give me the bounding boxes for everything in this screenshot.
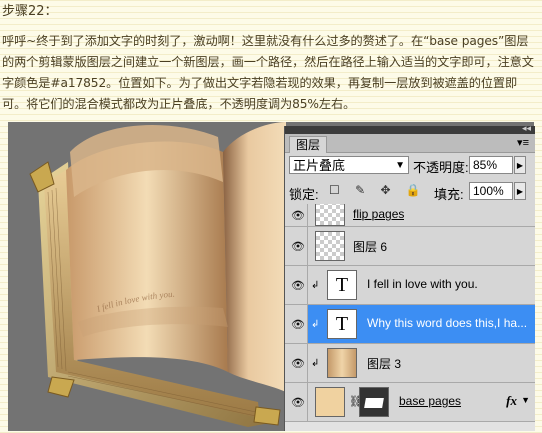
eye-icon[interactable]: 👁 [291,240,305,253]
fill-slider-button[interactable]: ▶ [514,182,526,200]
panel-menu-icon[interactable]: ▾≡ [517,136,529,149]
step-description: 呼呼~终于到了添加文字的时刻了，激动啊！这里就没有什么过多的赘述了。在“base… [2,34,534,111]
layer-row-text-1[interactable]: 👁 ↲ T I fell in love with you. [285,266,535,305]
layer-thumbnail [327,348,357,378]
eye-icon[interactable]: 👁 [291,318,305,331]
opacity-input[interactable]: 85% [469,156,513,174]
layer-row-text-2[interactable]: 👁 ↲ T Why this word does this,I ha... [285,305,535,344]
layer-name: I fell in love with you. [367,277,478,291]
opacity-label: 不透明度: [413,160,469,175]
step-title: 步骤22： [2,4,58,19]
clipping-mask-icon: ↲ [311,280,320,291]
corner-guard-bottom-right [253,406,281,426]
fx-icon[interactable]: fx [506,393,517,409]
layer-row-layer-3[interactable]: 👁 ↲ 图层 3 [285,344,535,383]
layer-row-base-pages[interactable]: 👁 ⛓ base pages fx ▼ [285,383,535,422]
fill-label: 填充: [434,187,464,202]
eye-icon[interactable]: 👁 [291,357,305,370]
layer-name: 图层 3 [367,357,402,371]
layer-name: base pages [399,394,462,408]
layer-thumbnail [315,231,345,261]
corner-guard-bottom-left [47,376,75,398]
text-layer-thumbnail: T [327,270,357,300]
layer-name: 图层 6 [353,240,388,254]
panel-title-bar: ◂◂ [285,123,535,134]
eye-icon[interactable]: 👁 [291,209,305,222]
clipping-mask-icon: ↲ [311,358,320,369]
opacity-slider-button[interactable]: ▶ [514,156,526,174]
tab-layers[interactable]: 图层 [289,136,328,153]
layer-thumbnail [315,387,345,417]
layers-list: 👁 flip pages 👁 图层 6 👁 ↲ T I fell in love… [285,204,535,431]
layer-row-flip-pages[interactable]: 👁 flip pages [285,204,535,227]
book-canvas: I fell in love with you. [8,122,286,431]
layer-name: flip pages [353,207,405,221]
collapse-icon[interactable]: ◂◂ [522,123,531,134]
panel-tab-row: 图层 ▾≡ [285,134,535,153]
right-page [223,122,286,392]
layers-panel: ◂◂ 图层 ▾≡ 正片叠底 ▼ 不透明度: 85% ▶ 锁定: ☐ ✎ ✥ 🔒 … [284,123,535,431]
open-book-illustration: I fell in love with you. [29,122,286,427]
layer-thumbnail [315,204,345,226]
chevron-down-icon: ▼ [395,160,405,171]
fill-input[interactable]: 100% [469,182,513,200]
chevron-down-icon[interactable]: ▼ [521,395,530,405]
clipping-mask-icon: ↲ [311,319,320,330]
eye-icon[interactable]: 👁 [291,279,305,292]
lock-row: 锁定: ☐ ✎ ✥ 🔒 填充: 100% ▶ [289,182,531,202]
layer-name: Why this word does this,I ha... [367,316,527,330]
lock-label: 锁定: [289,187,319,202]
blend-row: 正片叠底 ▼ 不透明度: 85% ▶ [289,156,531,176]
blend-mode-value: 正片叠底 [293,158,346,173]
text-layer-thumbnail: T [327,309,357,339]
blend-mode-select[interactable]: 正片叠底 ▼ [289,156,409,174]
layer-row-layer-6[interactable]: 👁 图层 6 [285,227,535,266]
lock-options-icons[interactable]: ☐ ✎ ✥ 🔒 [329,183,427,197]
layer-mask-thumbnail[interactable] [359,387,389,417]
eye-icon[interactable]: 👁 [291,396,305,409]
